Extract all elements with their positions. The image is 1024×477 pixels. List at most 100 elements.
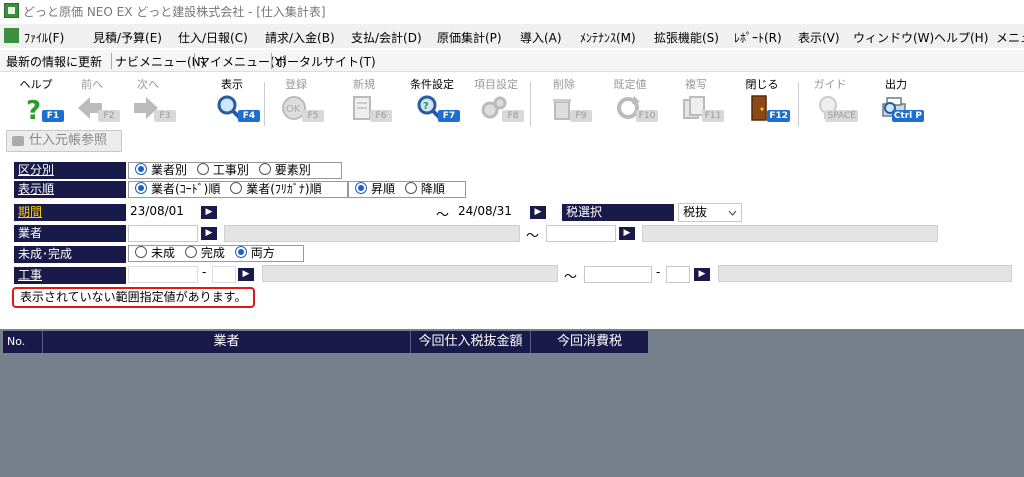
f9-key: F9	[570, 110, 592, 122]
column-header-vendor[interactable]: 業者	[43, 331, 411, 353]
period-from-picker-button[interactable]: ▶	[201, 206, 217, 219]
window-title: どっと原価 NEO EX どっと建設株式会社 - [仕入集計表]	[23, 5, 326, 19]
menu-maintenance[interactable]: ﾒﾝﾃﾅﾝｽ(M)	[580, 29, 636, 46]
help-button[interactable]: ヘルプ ? F1	[6, 74, 66, 128]
toolbar-separator	[530, 82, 531, 126]
help-label: ヘルプ	[19, 78, 53, 91]
category-option-element[interactable]: 要素別	[253, 163, 311, 177]
tax-select[interactable]: 税抜	[678, 203, 742, 222]
period-from-input[interactable]: 23/08/01	[128, 204, 198, 221]
new-label: 新規	[353, 78, 375, 91]
period-to-picker-button[interactable]: ▶	[530, 206, 546, 219]
items-button[interactable]: 項目設定 F8	[466, 74, 526, 128]
category-option-project[interactable]: 工事別	[191, 163, 249, 177]
project-from-picker-button[interactable]: ▶	[238, 268, 254, 281]
app-icon	[4, 3, 19, 18]
menu-menu[interactable]: メニュ	[996, 29, 1024, 46]
condition-button[interactable]: 条件設定 ? F7	[402, 74, 462, 128]
toolbar: ヘルプ ? F1 前へ F2 次へ F3 表示 F4 登録 OK F5 新規 F…	[0, 74, 1024, 130]
menu-file[interactable]: ﾌｧｲﾙ(F)	[24, 29, 64, 46]
vendor-to-input[interactable]	[546, 225, 616, 242]
result-grid-header: No. 業者 今回仕入税抜金額 今回消費税	[3, 331, 648, 353]
output-button[interactable]: 出力 Ctrl P	[866, 74, 926, 128]
toolbar-separator	[264, 82, 265, 126]
period-label: 期間	[14, 204, 126, 221]
delete-button[interactable]: 削除 F9	[534, 74, 594, 128]
vendor-to-picker-button[interactable]: ▶	[619, 227, 635, 240]
vendor-label: 業者	[14, 225, 126, 242]
items-label: 項目設定	[474, 78, 518, 91]
menu-estimate[interactable]: 見積/予算(E)	[93, 29, 162, 46]
menu-help[interactable]: ヘルプ(H)	[934, 29, 988, 46]
register-button[interactable]: 登録 OK F5	[266, 74, 326, 128]
column-header-purchase-amount[interactable]: 今回仕入税抜金額	[411, 331, 531, 353]
period-to-input[interactable]: 24/08/31	[456, 204, 526, 221]
menu-purchase[interactable]: 仕入/日報(C)	[178, 29, 248, 46]
output-label: 出力	[885, 78, 907, 91]
copy-label: 複写	[685, 78, 707, 91]
sort-option-code[interactable]: 業者(ｺｰﾄﾞ)順	[129, 182, 220, 196]
column-header-no[interactable]: No.	[3, 331, 43, 353]
vendor-tilde: ～	[526, 229, 540, 244]
menu-extensions[interactable]: 拡張機能(S)	[654, 29, 719, 46]
guide-button[interactable]: ガイド SPACE	[800, 74, 860, 128]
completion-status-option-group: 未成 完成 両方	[128, 245, 304, 262]
new-button[interactable]: 新規 F6	[334, 74, 394, 128]
radio-icon	[196, 163, 209, 175]
project-from-sub-input[interactable]	[212, 266, 236, 283]
f2-key: F2	[98, 110, 120, 122]
display-button[interactable]: 表示 F4	[202, 74, 262, 128]
default-button[interactable]: 既定値 F10	[600, 74, 660, 128]
prev-button[interactable]: 前へ F2	[62, 74, 122, 128]
column-header-consumption-tax[interactable]: 今回消費税	[531, 331, 648, 353]
purchase-ledger-reference-button[interactable]: 仕入元帳参照	[6, 130, 122, 152]
default-label: 既定値	[613, 78, 647, 91]
register-label: 登録	[285, 78, 307, 91]
status-option-complete[interactable]: 完成	[179, 246, 225, 260]
vendor-from-picker-button[interactable]: ▶	[201, 227, 217, 240]
quick-bar: 最新の情報に更新 ナビメニュー(N) マイメニュー(Y) ポータルサイト(T)	[0, 50, 1024, 72]
f3-key: F3	[154, 110, 176, 122]
period-tilde: ～	[436, 208, 450, 223]
vendor-from-name	[224, 225, 520, 242]
status-option-both[interactable]: 両方	[229, 246, 275, 260]
svg-text:?: ?	[26, 96, 41, 122]
sort-ascending[interactable]: 昇順	[349, 182, 395, 196]
vendor-from-input[interactable]	[128, 225, 198, 242]
project-to-sub-input[interactable]	[666, 266, 690, 283]
f4-key: F4	[238, 110, 260, 122]
project-from-code-input[interactable]	[128, 266, 198, 283]
sort-key-option-group: 業者(ｺｰﾄﾞ)順 業者(ﾌﾘｶﾞﾅ)順	[128, 181, 348, 198]
menu-report[interactable]: ﾚﾎﾟｰﾄ(R)	[734, 29, 782, 46]
f10-key: F10	[636, 110, 658, 122]
portal-link[interactable]: ポータルサイト(T)	[275, 53, 376, 70]
category-option-vendor[interactable]: 業者別	[129, 163, 187, 177]
project-label: 工事	[14, 267, 126, 284]
display-label: 表示	[221, 78, 243, 91]
quick-separator	[194, 53, 195, 69]
next-label: 次へ	[137, 78, 159, 91]
sort-option-kana[interactable]: 業者(ﾌﾘｶﾞﾅ)順	[224, 182, 322, 196]
menu-window[interactable]: ウィンドウ(W)	[853, 29, 934, 46]
menu-cost[interactable]: 原価集計(P)	[437, 29, 502, 46]
status-option-incomplete[interactable]: 未成	[129, 246, 175, 260]
svg-text:OK: OK	[286, 104, 301, 115]
project-to-code-input[interactable]	[584, 266, 652, 283]
menu-billing[interactable]: 請求/入金(B)	[265, 29, 335, 46]
close-button[interactable]: 閉じる F12	[732, 74, 792, 128]
menu-setup[interactable]: 導入(A)	[520, 29, 562, 46]
project-from-dash: -	[202, 265, 207, 279]
refresh-link[interactable]: 最新の情報に更新	[6, 53, 102, 70]
next-button[interactable]: 次へ F3	[118, 74, 178, 128]
radio-icon	[355, 182, 367, 194]
menu-view[interactable]: 表示(V)	[798, 29, 840, 46]
menu-app-icon[interactable]	[4, 28, 19, 43]
f8-key: F8	[502, 110, 524, 122]
menu-payment[interactable]: 支払/会計(D)	[351, 29, 422, 46]
copy-button[interactable]: 複写 F11	[666, 74, 726, 128]
quick-separator	[271, 53, 272, 69]
my-menu-link[interactable]: マイメニュー(Y)	[198, 53, 287, 70]
project-to-picker-button[interactable]: ▶	[694, 268, 710, 281]
sort-descending[interactable]: 降順	[399, 182, 445, 196]
navi-menu-link[interactable]: ナビメニュー(N)	[115, 53, 205, 70]
